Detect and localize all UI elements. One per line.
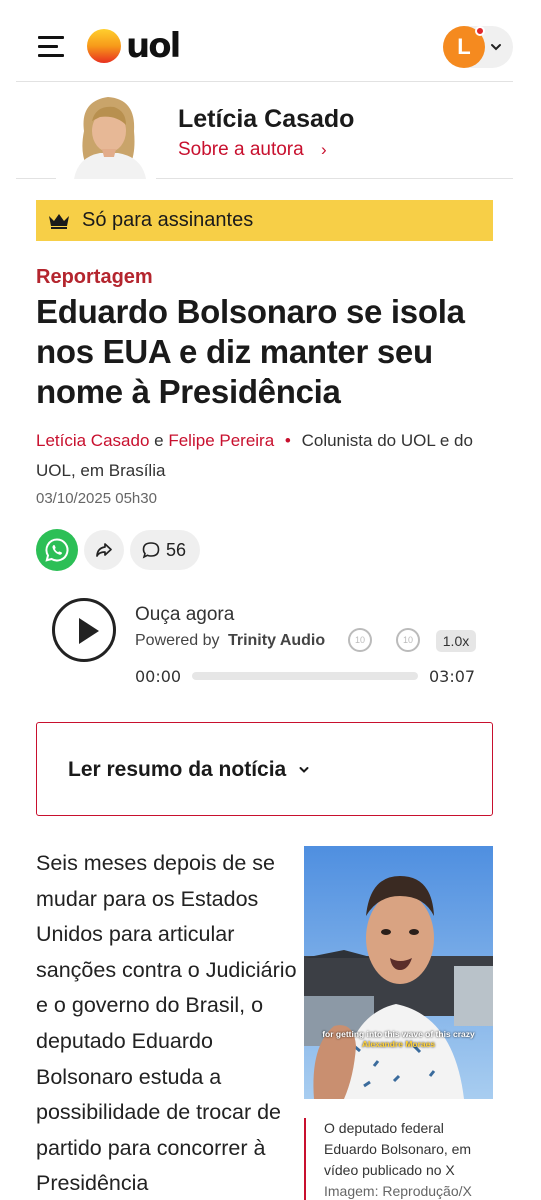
powered-brand[interactable]: Trinity Audio (228, 632, 325, 649)
top-header: uol L (16, 0, 513, 82)
article-photo[interactable]: for getting into this wave of this crazy… (304, 846, 493, 1099)
play-button[interactable] (52, 598, 116, 662)
rewind-10-icon[interactable]: 10 (348, 628, 372, 652)
menu-icon[interactable] (38, 36, 64, 58)
author-photo[interactable] (56, 91, 156, 179)
article-kicker[interactable]: Reportagem (36, 266, 153, 289)
article-headline: Eduardo Bolsonaro se isola nos EUA e diz… (36, 293, 465, 410)
audio-player: Ouça agora Powered by Trinity Audio 10 1… (36, 592, 493, 692)
notification-dot (475, 26, 485, 36)
byline-conjunction: e (154, 431, 164, 450)
author-bar: Letícia Casado Sobre a autora › (16, 83, 513, 179)
chevron-down-icon (299, 767, 309, 774)
caption-text: O deputado federal Eduardo Bolsonaro, em… (324, 1120, 472, 1178)
about-author-link[interactable]: Sobre a autora › (178, 139, 327, 161)
news-summary-toggle[interactable]: Ler resumo da notícia (36, 722, 493, 816)
photo-caption: O deputado federal Eduardo Bolsonaro, em… (304, 1118, 493, 1200)
logo-text: uol (126, 26, 181, 66)
article-paragraph: Seis meses depois de se mudar para os Es… (36, 851, 297, 1196)
whatsapp-share-button[interactable] (36, 529, 78, 571)
time-total: 03:07 (429, 667, 476, 686)
video-subtitle-line-1: for getting into this wave of this crazy (322, 1029, 475, 1039)
whatsapp-icon (45, 538, 69, 562)
uol-logo[interactable]: uol (86, 26, 181, 66)
playback-speed-button[interactable]: 1.0x (436, 630, 476, 652)
audio-powered-by: Powered by Trinity Audio (135, 632, 325, 650)
share-row: 56 (36, 529, 201, 571)
subscribers-only-badge: Só para assinantes (36, 200, 493, 241)
share-button[interactable] (84, 530, 124, 570)
progress-track[interactable] (192, 672, 418, 680)
byline-separator: • (284, 431, 291, 450)
summary-label-text: Ler resumo da notícia (68, 758, 287, 781)
author-name[interactable]: Letícia Casado (178, 105, 354, 134)
badge-label: Só para assinantes (82, 209, 254, 231)
crown-icon (49, 213, 69, 229)
about-author-label: Sobre a autora (178, 139, 304, 160)
byline-author-1[interactable]: Letícia Casado (36, 431, 149, 450)
chevron-down-icon (491, 44, 501, 51)
caption-credit: Imagem: Reprodução/X (324, 1183, 472, 1199)
uol-sun-icon (87, 29, 121, 63)
audio-title: Ouça agora (135, 604, 235, 625)
forward-10-icon[interactable]: 10 (396, 628, 420, 652)
comment-icon (142, 542, 160, 559)
byline: Letícia Casado e Felipe Pereira • Coluni… (36, 426, 506, 486)
comments-count: 56 (166, 539, 187, 560)
user-menu-button[interactable]: L (443, 26, 513, 68)
comments-button[interactable]: 56 (130, 530, 201, 570)
summary-label: Ler resumo da notícia (68, 758, 310, 782)
chevron-right-icon: › (320, 140, 327, 159)
byline-author-2[interactable]: Felipe Pereira (168, 431, 274, 450)
video-subtitle: for getting into this wave of this crazy… (304, 1029, 493, 1049)
time-current: 00:00 (135, 667, 182, 686)
publish-date: 03/10/2025 05h30 (36, 490, 157, 507)
video-subtitle-line-2: Alexandre Moraes (361, 1039, 436, 1049)
powered-prefix: Powered by (135, 632, 220, 649)
share-arrow-icon (96, 543, 112, 557)
